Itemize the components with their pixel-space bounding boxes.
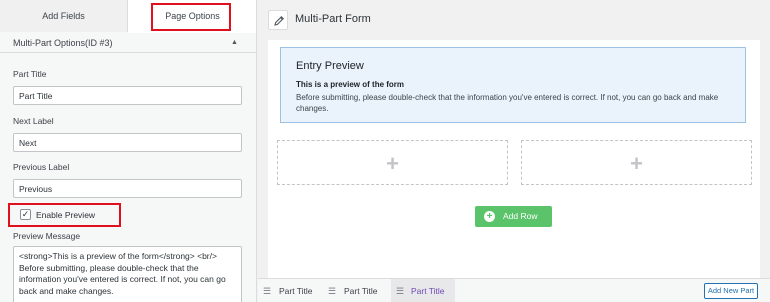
options-panel: Add Fields Page Options Multi-Part Optio… (0, 0, 257, 302)
part-tab-label: Part Title (411, 286, 445, 296)
form-canvas: Entry Preview This is a preview of the f… (268, 40, 760, 278)
preview-message-textarea[interactable]: <strong>This is a preview of the form</s… (13, 246, 242, 302)
pencil-icon (274, 16, 284, 26)
part-tab-label: Part Title (344, 286, 378, 296)
part-tab-2[interactable]: ☰ Part Title (328, 279, 388, 302)
plus-circle-icon: + (484, 211, 495, 222)
empty-column-slot[interactable]: + (521, 140, 752, 185)
add-row-label: Add Row (503, 211, 538, 221)
part-tab-3-active[interactable]: ☰ Part Title (391, 279, 455, 302)
tab-page-options[interactable]: Page Options (128, 0, 256, 33)
form-builder-area: Multi-Part Form Entry Preview This is a … (258, 0, 770, 302)
part-tab-1[interactable]: ☰ Part Title (263, 279, 323, 302)
empty-column-slot[interactable]: + (277, 140, 508, 185)
collapse-caret-icon[interactable]: ▲ (231, 39, 238, 46)
drag-handle-icon[interactable]: ☰ (263, 279, 271, 302)
plus-icon[interactable]: + (278, 141, 507, 184)
panel-tabs: Add Fields Page Options (0, 0, 256, 33)
form-title: Multi-Part Form (295, 13, 371, 25)
tab-add-fields[interactable]: Add Fields (0, 0, 128, 32)
section-title: Multi-Part Options(ID #3) (13, 38, 113, 48)
parts-bar: ☰ Part Title ☰ Part Title ☰ Part Title A… (258, 278, 770, 302)
next-label-label: Next Label (13, 116, 54, 126)
part-title-input[interactable] (13, 86, 242, 105)
add-row-button[interactable]: + Add Row (475, 206, 552, 227)
plus-icon[interactable]: + (522, 141, 751, 184)
checkmark-icon: ✓ (21, 209, 30, 219)
drag-handle-icon[interactable]: ☰ (328, 279, 336, 302)
entry-preview-bold-line: This is a preview of the form (296, 80, 405, 89)
drag-handle-icon[interactable]: ☰ (396, 279, 404, 302)
previous-label-input[interactable] (13, 179, 242, 198)
part-tab-label: Part Title (279, 286, 313, 296)
preview-message-label: Preview Message (13, 231, 81, 241)
multi-part-options-header[interactable]: Multi-Part Options(ID #3) ▲ (0, 33, 256, 53)
next-label-input[interactable] (13, 133, 242, 152)
enable-preview-label: Enable Preview (36, 210, 96, 220)
add-new-part-button[interactable]: Add New Part (704, 283, 758, 299)
previous-label-label: Previous Label (13, 162, 70, 172)
entry-preview-title: Entry Preview (296, 60, 364, 72)
enable-preview-checkbox[interactable]: ✓ (20, 209, 31, 220)
part-title-label: Part Title (13, 69, 47, 79)
entry-preview-box: Entry Preview This is a preview of the f… (280, 47, 746, 123)
entry-preview-body: Before submitting, please double-check t… (296, 93, 719, 113)
edit-title-button[interactable] (268, 10, 288, 30)
form-header: Multi-Part Form (258, 0, 770, 40)
